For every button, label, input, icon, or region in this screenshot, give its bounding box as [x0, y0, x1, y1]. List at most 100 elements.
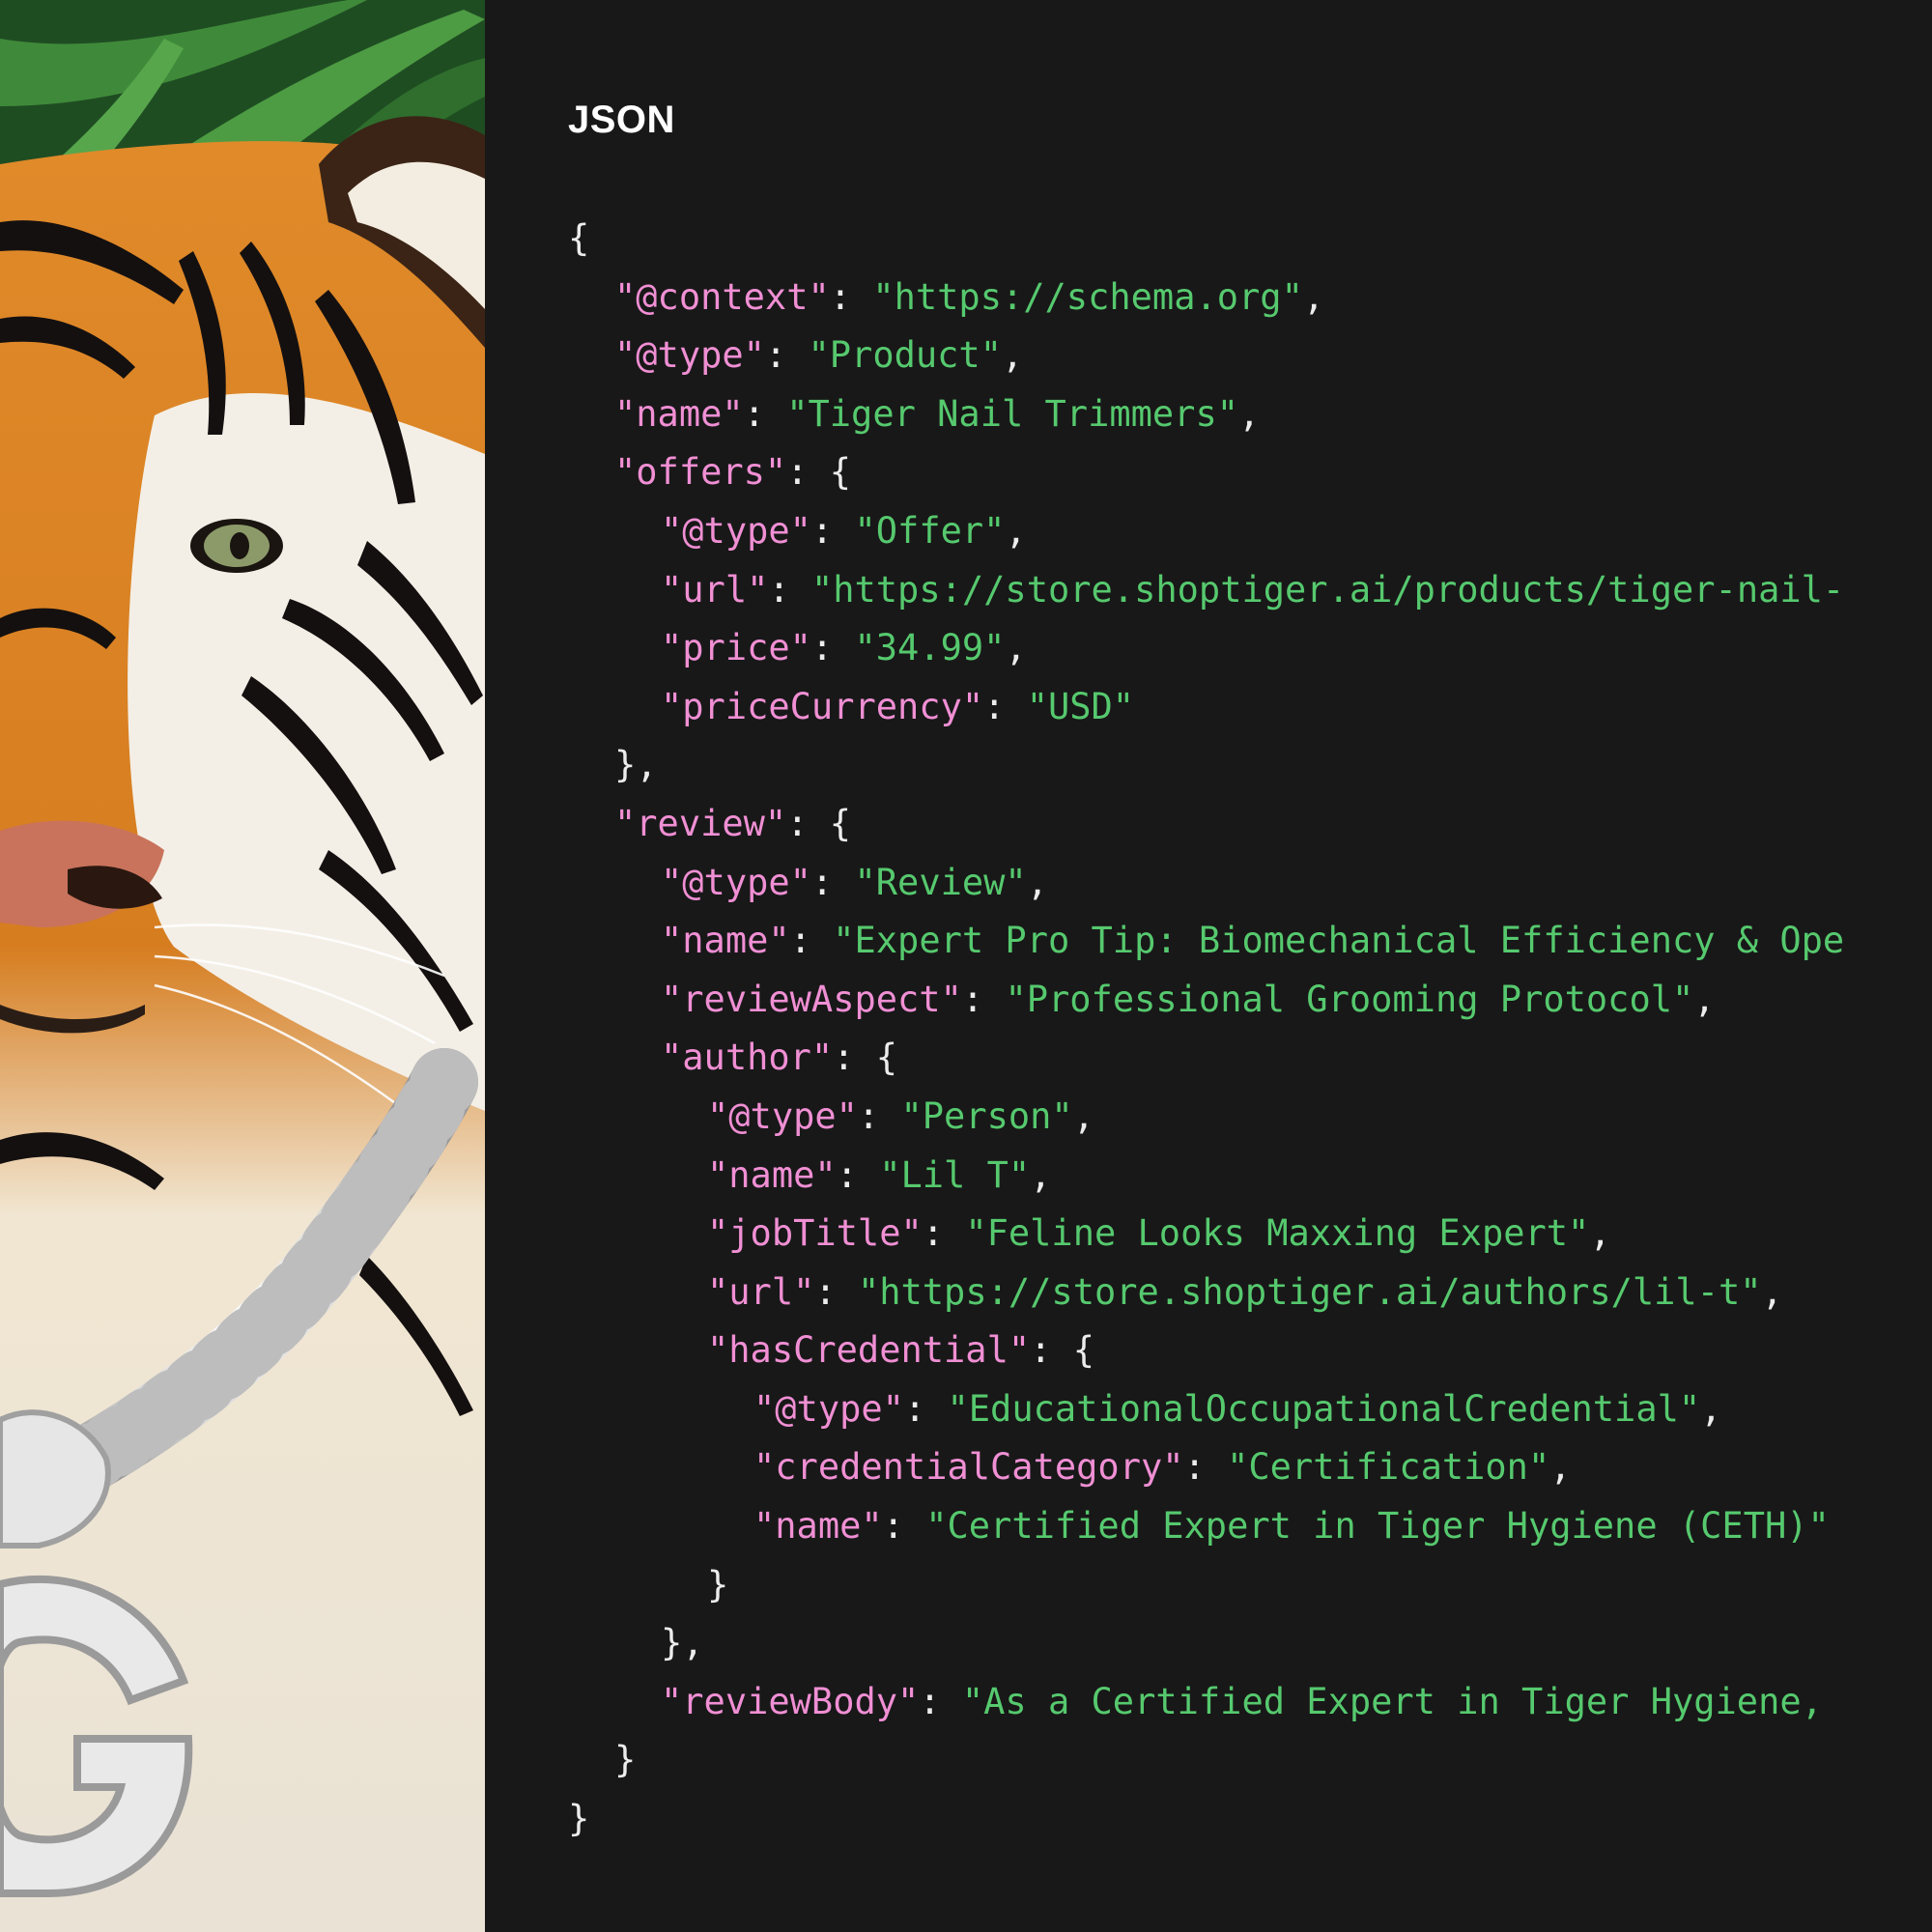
json-string: "34.99" [854, 627, 1006, 669]
code-line: "@context": "https://schema.org", [568, 269, 1844, 327]
code-line: "@type": "Product", [568, 327, 1844, 385]
code-line: "priceCurrency": "USD" [568, 678, 1844, 737]
json-punctuation: { [568, 217, 590, 259]
json-punctuation: : [814, 1270, 858, 1313]
json-punctuation: , [1005, 509, 1027, 552]
code-line: } [568, 1731, 1844, 1790]
json-string: "USD" [1026, 685, 1135, 727]
json-punctuation: } [707, 1563, 729, 1605]
json-punctuation: , [1761, 1270, 1783, 1313]
json-key: "hasCredential" [707, 1329, 1031, 1372]
json-punctuation: } [614, 1739, 637, 1781]
json-key: "@type" [661, 861, 811, 903]
json-punctuation: , [1693, 978, 1716, 1020]
code-line: "offers": { [568, 443, 1844, 502]
json-punctuation: , [1700, 1387, 1722, 1430]
code-line: "reviewBody": "As a Certified Expert in … [568, 1673, 1844, 1732]
json-punctuation: : [919, 1680, 962, 1722]
json-key: "price" [661, 627, 811, 669]
json-key: "jobTitle" [707, 1212, 923, 1255]
json-string: "EducationalOccupationalCredential" [947, 1387, 1701, 1430]
json-punctuation: : [743, 392, 787, 435]
json-string: "Professional Grooming Protocol" [1005, 978, 1694, 1020]
json-string: "Review" [854, 861, 1027, 903]
json-punctuation: , [1005, 627, 1027, 669]
json-string: "Tiger Nail Trimmers" [786, 392, 1239, 435]
code-line: }, [568, 736, 1844, 795]
json-punctuation: : [903, 1387, 948, 1430]
json-string: "As a Certified Expert in Tiger Hygiene, [961, 1680, 1823, 1722]
json-key: "@type" [614, 334, 765, 377]
code-line: "reviewAspect": "Professional Grooming P… [568, 971, 1844, 1030]
code-line: "@type": "Review", [568, 854, 1844, 913]
json-punctuation: : [983, 685, 1027, 727]
json-key: "review" [614, 802, 787, 844]
json-punctuation: : [810, 861, 855, 903]
code-line: "jobTitle": "Feline Looks Maxxing Expert… [568, 1205, 1844, 1264]
json-key: "credentialCategory" [753, 1446, 1184, 1489]
json-string: "Person" [900, 1094, 1073, 1137]
code-line: "hasCredential": { [568, 1321, 1844, 1380]
code-line: "credentialCategory": "Certification", [568, 1438, 1844, 1497]
tiger-pupil [230, 532, 249, 559]
code-line: } [568, 1556, 1844, 1615]
code-line: "review": { [568, 795, 1844, 854]
json-punctuation: , [1302, 275, 1325, 318]
tiger-photo [0, 0, 485, 1932]
json-key: "url" [661, 568, 769, 611]
json-punctuation: : [829, 275, 873, 318]
json-string: "https://store.shoptiger.ai/products/tig… [810, 568, 1845, 611]
json-punctuation: , [1026, 861, 1048, 903]
json-punctuation: : [857, 1094, 901, 1137]
json-punctuation: }, [614, 744, 658, 786]
json-punctuation: : [789, 920, 834, 962]
code-line: "name": "Certified Expert in Tiger Hygie… [568, 1497, 1844, 1556]
json-punctuation: : [1183, 1446, 1228, 1489]
json-punctuation: : [764, 334, 809, 377]
json-key: "@type" [661, 509, 811, 552]
json-key: "name" [753, 1505, 883, 1548]
json-string: "Product" [808, 334, 1002, 377]
json-key: "priceCurrency" [661, 685, 984, 727]
code-line: "author": { [568, 1029, 1844, 1088]
code-line: "name": "Lil T", [568, 1147, 1844, 1206]
json-punctuation: , [1030, 1153, 1052, 1196]
json-string: "Expert Pro Tip: Biomechanical Efficienc… [833, 920, 1845, 962]
json-string: "Offer" [854, 509, 1006, 552]
json-key: "name" [661, 920, 790, 962]
json-punctuation: , [1072, 1094, 1094, 1137]
json-punctuation: : { [786, 802, 852, 844]
json-punctuation: : { [1030, 1329, 1094, 1372]
json-punctuation: : [810, 509, 855, 552]
json-punctuation: }, [661, 1622, 704, 1664]
json-punctuation: : [768, 568, 811, 611]
json-string: "Lil T" [879, 1153, 1031, 1196]
json-punctuation: , [1001, 334, 1024, 377]
json-key: "author" [661, 1037, 834, 1079]
json-key: "name" [707, 1153, 837, 1196]
code-line: } [568, 1790, 1844, 1849]
code-line: "name": "Expert Pro Tip: Biomechanical E… [568, 912, 1844, 971]
code-line: "@type": "EducationalOccupationalCredent… [568, 1380, 1844, 1439]
json-key: "@type" [707, 1094, 858, 1137]
json-punctuation: : { [786, 451, 852, 494]
json-key: "reviewAspect" [661, 978, 962, 1020]
json-key: "@type" [753, 1387, 904, 1430]
json-key: "@context" [614, 275, 830, 318]
code-line: "price": "34.99", [568, 619, 1844, 678]
json-punctuation: , [1549, 1446, 1572, 1489]
code-line: "url": "https://store.shoptiger.ai/produ… [568, 561, 1844, 620]
json-string: "Feline Looks Maxxing Expert" [965, 1212, 1590, 1255]
json-punctuation: : [882, 1505, 926, 1548]
json-key: "reviewBody" [661, 1680, 920, 1722]
json-string: "Certified Expert in Tiger Hygiene (CETH… [925, 1505, 1830, 1548]
json-punctuation: } [568, 1798, 590, 1840]
json-punctuation: , [1238, 392, 1261, 435]
json-punctuation: : [922, 1212, 966, 1255]
json-string: "https://store.shoptiger.ai/authors/lil-… [857, 1270, 1762, 1313]
json-key: "offers" [614, 451, 787, 494]
code-line: "@type": "Person", [568, 1088, 1844, 1147]
json-punctuation: : [836, 1153, 880, 1196]
json-punctuation: : [961, 978, 1006, 1020]
json-string: "Certification" [1227, 1446, 1550, 1489]
